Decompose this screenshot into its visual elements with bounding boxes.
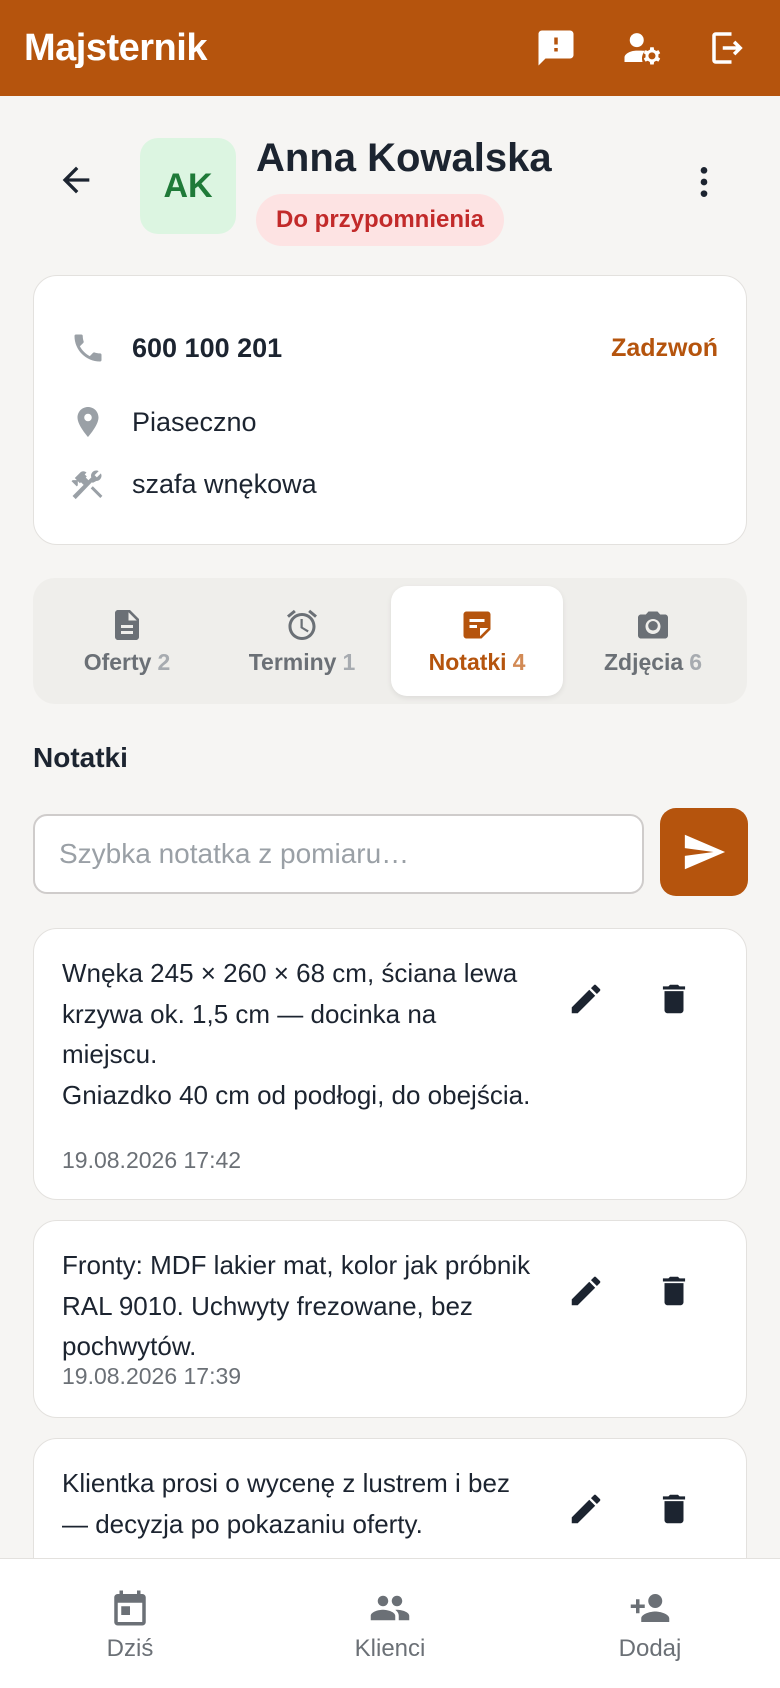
document-icon xyxy=(115,609,139,640)
calendar-icon xyxy=(114,1590,146,1626)
user-settings-icon[interactable] xyxy=(620,26,664,70)
logout-icon[interactable] xyxy=(706,26,750,70)
feedback-icon[interactable] xyxy=(534,26,578,70)
back-button[interactable] xyxy=(52,156,100,204)
nav-item-dzis[interactable]: Dziś xyxy=(60,1587,200,1663)
nav-label: Dziś xyxy=(106,1635,154,1662)
tools-icon xyxy=(68,464,108,504)
send-icon xyxy=(684,834,726,870)
client-name: Anna Kowalska xyxy=(256,136,552,180)
note-text: Klientka prosi o wycenę z lustrem i bez … xyxy=(62,1468,510,1539)
location-row: Piaseczno xyxy=(68,402,718,442)
edit-note-button[interactable] xyxy=(564,1487,608,1531)
phone-number: 600 100 201 xyxy=(132,332,283,363)
nav-label: Klienci xyxy=(354,1635,426,1662)
people-icon xyxy=(370,1595,410,1621)
app-bar: Majsternik xyxy=(0,0,780,96)
pencil-icon xyxy=(571,1276,601,1306)
tab-count: 1 xyxy=(342,648,356,675)
note-card: Fronty: MDF lakier mat, kolor jak próbni… xyxy=(33,1220,747,1418)
tab-label: Notatki xyxy=(428,648,507,675)
note-card: Wnęka 245 × 260 × 68 cm, ściana lewa krz… xyxy=(33,928,747,1200)
section-title: Notatki xyxy=(33,742,128,773)
phone-icon xyxy=(68,328,108,368)
nav-item-dodaj[interactable]: Dodaj xyxy=(580,1587,720,1663)
edit-note-button[interactable] xyxy=(564,977,608,1021)
note-date: 19.08.2026 17:42 xyxy=(62,1147,242,1173)
nav-item-klienci[interactable]: Klienci xyxy=(320,1587,460,1663)
location-pin-icon xyxy=(68,402,108,442)
note-text: Fronty: MDF lakier mat, kolor jak próbni… xyxy=(62,1250,531,1361)
tab-count: 2 xyxy=(157,648,171,675)
phone-row: 600 100 201 Zadzwoń xyxy=(68,328,718,368)
avatar: AK xyxy=(140,138,236,234)
tab-bar: Oferty 2 Terminy 1 Notatki 4 Zdjęcia 6 xyxy=(33,578,747,704)
trash-icon xyxy=(662,1494,686,1524)
tab-label: Zdjęcia xyxy=(603,648,684,675)
more-options-button[interactable] xyxy=(680,158,728,206)
trash-icon xyxy=(662,984,686,1014)
send-note-button[interactable] xyxy=(660,808,748,896)
tab-count: 4 xyxy=(512,648,526,675)
tab-notatki[interactable]: Notatki 4 xyxy=(391,586,563,696)
quick-note-input[interactable] xyxy=(33,814,644,894)
alarm-icon xyxy=(287,609,317,640)
delete-note-button[interactable] xyxy=(652,977,696,1021)
note-text: Wnęka 245 × 260 × 68 cm, ściana lewa krz… xyxy=(62,958,531,1110)
client-header: AK Anna Kowalska Do przypomnienia xyxy=(0,96,780,271)
edit-note-button[interactable] xyxy=(564,1269,608,1313)
camera-icon xyxy=(638,611,668,638)
note-card: Klientka prosi o wycenę z lustrem i bez … xyxy=(33,1438,747,1558)
call-button[interactable]: Zadzwoń xyxy=(611,334,718,363)
trash-icon xyxy=(662,1276,686,1306)
tab-oferty[interactable]: Oferty 2 xyxy=(41,586,213,696)
more-vert-icon xyxy=(700,167,708,197)
tab-zdjecia[interactable]: Zdjęcia 6 xyxy=(567,586,739,696)
note-icon xyxy=(463,611,491,638)
tab-label: Oferty xyxy=(83,648,152,675)
tab-count: 6 xyxy=(689,648,703,675)
note-date: 19.08.2026 17:39 xyxy=(62,1363,242,1389)
tab-terminy[interactable]: Terminy 1 xyxy=(216,586,388,696)
location-text: Piaseczno xyxy=(132,406,257,437)
arrow-back-icon xyxy=(62,166,90,194)
delete-note-button[interactable] xyxy=(652,1269,696,1313)
job-row: szafa wnękowa xyxy=(68,464,718,504)
add-person-icon xyxy=(630,1594,670,1622)
bottom-navigation: Dziś Klienci Dodaj xyxy=(0,1558,780,1688)
status-badge[interactable]: Do przypomnienia xyxy=(256,194,505,246)
pencil-icon xyxy=(571,984,601,1014)
nav-label: Dodaj xyxy=(618,1635,682,1662)
notes-list: Wnęka 245 × 260 × 68 cm, ściana lewa krz… xyxy=(0,926,780,1558)
app-title: Majsternik xyxy=(24,26,207,69)
client-info-card: 600 100 201 Zadzwoń Piaseczno szafa wnęk… xyxy=(33,275,747,545)
tab-label: Terminy xyxy=(248,648,337,675)
delete-note-button[interactable] xyxy=(652,1487,696,1531)
job-text: szafa wnękowa xyxy=(132,468,317,499)
pencil-icon xyxy=(571,1494,601,1524)
